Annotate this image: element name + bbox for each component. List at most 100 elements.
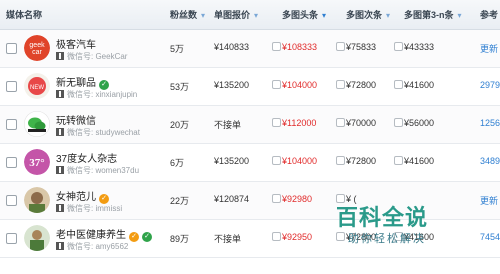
second-checkbox[interactable] <box>336 42 345 51</box>
header-head[interactable]: 多图头条 ▾ <box>282 0 326 30</box>
avatar: NEW <box>24 73 50 99</box>
second-checkbox[interactable] <box>336 118 345 127</box>
header-ref: 参考 <box>480 10 499 20</box>
ref-link[interactable]: 更新 <box>480 42 498 55</box>
fans-value: 22万 <box>170 196 190 206</box>
wechat-id-text: 微信号: GeekCar <box>67 52 128 61</box>
header-second[interactable]: 多图次条 ▾ <box>346 0 390 30</box>
header-third[interactable]: 多图第3-n条 ▾ <box>404 0 462 30</box>
header-price-label: 单图报价 <box>214 10 251 20</box>
ref-link[interactable]: 2979 <box>480 80 500 90</box>
qrcode-icon[interactable] <box>56 90 64 98</box>
wechat-id: 微信号: studywechat <box>56 127 140 138</box>
second-value: ¥72800 <box>346 80 377 90</box>
second-checkbox[interactable] <box>336 156 345 165</box>
head-checkbox[interactable] <box>272 232 281 241</box>
third-value: ¥43333 <box>404 42 435 52</box>
table-row[interactable]: 37° 37度女人杂志 微信号: women37du 6万 ¥135200 ¥1… <box>0 144 500 182</box>
watermark: 百科全说 助你轻松解决 <box>336 200 476 256</box>
wechat-id-text: 微信号: women37du <box>67 166 140 175</box>
header-media-name: 媒体名称 <box>6 10 43 20</box>
head-checkbox[interactable] <box>272 80 281 89</box>
svg-text:geek: geek <box>29 42 45 49</box>
sort-icon[interactable]: ▾ <box>201 1 205 31</box>
third-checkbox[interactable] <box>394 118 403 127</box>
price-value: ¥135200 <box>214 80 250 90</box>
ref-link[interactable]: 3489 <box>480 156 500 166</box>
account-name[interactable]: 新无聊品 ✓ <box>56 74 109 90</box>
qrcode-icon[interactable] <box>56 204 64 212</box>
head-checkbox[interactable] <box>272 156 281 165</box>
account-name[interactable]: 37度女人杂志 <box>56 150 117 165</box>
third-checkbox[interactable] <box>394 42 403 51</box>
third-checkbox[interactable] <box>394 80 403 89</box>
avatar: 37° <box>24 149 50 175</box>
table-row[interactable]: 玩转微信 微信号: studywechat 20万 不接单 ¥112000 ¥7… <box>0 106 500 144</box>
verified-icon: ✓ <box>142 232 152 242</box>
svg-text:car: car <box>32 49 42 56</box>
qrcode-icon[interactable] <box>56 128 64 136</box>
qrcode-icon[interactable] <box>56 242 64 250</box>
ref-link[interactable]: 更新 <box>480 194 498 207</box>
header-price[interactable]: 单图报价 ▾ <box>214 0 258 30</box>
header-fans-label: 粉丝数 <box>170 10 198 20</box>
fans-value: 20万 <box>170 120 190 130</box>
row-checkbox[interactable] <box>6 195 17 206</box>
second-checkbox[interactable] <box>336 80 345 89</box>
wechat-id: 微信号: xinxianjupin <box>56 89 137 100</box>
header-fans[interactable]: 粉丝数 ▾ <box>170 0 205 30</box>
header-head-label: 多图头条 <box>282 10 319 20</box>
avatar <box>24 225 50 251</box>
head-checkbox[interactable] <box>272 42 281 51</box>
account-name[interactable]: 老中医健康养生 ✓ ✓ <box>56 226 152 242</box>
second-value: ¥72800 <box>346 156 377 166</box>
table-header: 媒体名称 粉丝数 ▾ 单图报价 ▾ 多图头条 ▾ 多图次条 ▾ 多图第3-n条 ▾ 参考 <box>0 0 500 30</box>
fans-value: 53万 <box>170 82 190 92</box>
fans-value: 6万 <box>170 158 185 168</box>
head-value: ¥104000 <box>282 80 318 90</box>
account-name[interactable]: 极客汽车 <box>56 36 96 51</box>
row-checkbox[interactable] <box>6 157 17 168</box>
row-checkbox[interactable] <box>6 43 17 54</box>
fans-value: 89万 <box>170 234 190 244</box>
table-row[interactable]: NEW 新无聊品 ✓ 微信号: xinxianjupin 53万 ¥135200 … <box>0 68 500 106</box>
header-third-label: 多图第3-n条 <box>404 10 454 20</box>
head-value: ¥108333 <box>282 42 318 52</box>
price-value: 不接单 <box>214 120 242 130</box>
price-value: 不接单 <box>214 234 242 244</box>
watermark-title: 百科全说 <box>336 205 429 230</box>
sort-icon[interactable]: ▾ <box>254 1 258 31</box>
head-checkbox[interactable] <box>272 118 281 127</box>
qrcode-icon[interactable] <box>56 52 64 60</box>
sort-icon[interactable]: ▾ <box>386 1 390 31</box>
sort-icon[interactable]: ▾ <box>458 1 462 31</box>
third-value: ¥41600 <box>404 156 435 166</box>
ref-link[interactable]: 1256 <box>480 118 500 128</box>
row-checkbox[interactable] <box>6 233 17 244</box>
sort-icon[interactable]: ▾ <box>322 1 326 31</box>
wechat-id: 微信号: immissi <box>56 203 122 214</box>
head-value: ¥92980 <box>282 194 313 204</box>
watermark-subtitle: 助你轻松解决 <box>348 233 426 245</box>
wechat-id-text: 微信号: amy6562 <box>67 242 129 251</box>
header-second-label: 多图次条 <box>346 10 383 20</box>
account-name-text: 女神范儿 <box>56 192 96 203</box>
head-value: ¥112000 <box>282 118 317 128</box>
second-value: ¥70000 <box>346 118 377 128</box>
third-checkbox[interactable] <box>394 156 403 165</box>
avatar <box>24 187 50 213</box>
verified-badge-icon: ✓ <box>129 232 139 242</box>
row-checkbox[interactable] <box>6 119 17 130</box>
fans-value: 5万 <box>170 44 185 54</box>
row-checkbox[interactable] <box>6 81 17 92</box>
table-row[interactable]: geek car 极客汽车 微信号: GeekCar 5万 ¥140833 ¥10… <box>0 30 500 68</box>
ref-link[interactable]: 7454 <box>480 232 500 242</box>
account-name[interactable]: 玩转微信 <box>56 112 96 127</box>
price-value: ¥120874 <box>214 194 250 204</box>
head-checkbox[interactable] <box>272 194 281 203</box>
account-name[interactable]: 女神范儿 ✓ <box>56 188 109 204</box>
wechat-id-text: 微信号: xinxianjupin <box>67 90 138 99</box>
qrcode-icon[interactable] <box>56 166 64 174</box>
account-name-text: 新无聊品 <box>56 78 96 89</box>
price-value: ¥140833 <box>214 42 250 52</box>
